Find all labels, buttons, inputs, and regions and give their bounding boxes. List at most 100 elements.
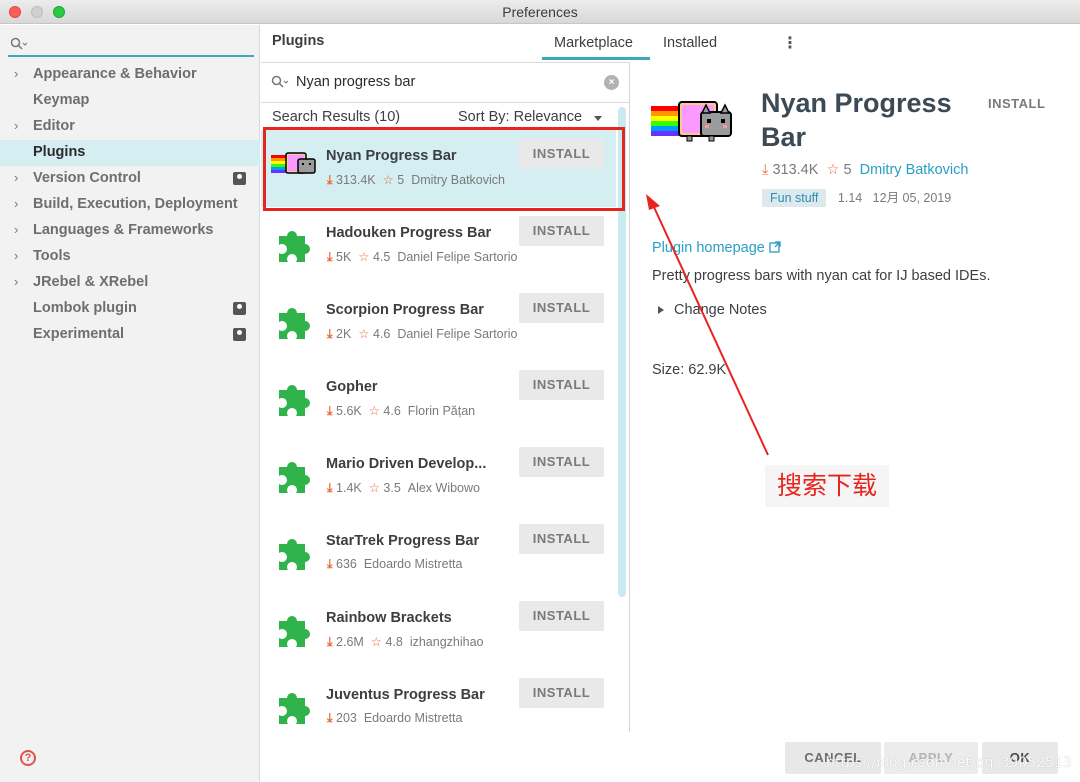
plugin-list-item[interactable]: StarTrek Progress Bar ⤓ 636 Edoardo Mistr… [261,515,616,592]
plugin-downloads: 2K [336,327,352,341]
tab-marketplace[interactable]: Marketplace [554,35,633,51]
plugin-name: Gopher [326,379,378,395]
plugin-homepage-link[interactable]: Plugin homepage [652,240,781,256]
sidebar-item-label: Keymap [33,92,90,108]
change-notes-toggle[interactable]: Change Notes [658,302,767,318]
search-icon [271,75,289,88]
puzzle-piece-icon [273,532,313,572]
chevron-right-icon[interactable]: › [14,196,18,211]
plugin-search-field[interactable]: Nyan progress bar × [261,63,630,103]
detail-vendor-link[interactable]: Dmitry Batkovich [860,162,969,178]
plugin-name: Juventus Progress Bar [326,687,485,703]
star-icon: ☆ [358,250,370,264]
detail-install-button[interactable]: INSTALL [988,96,1045,111]
sidebar-item-appearance-behavior[interactable]: › Appearance & Behavior [0,62,260,88]
install-button[interactable]: INSTALL [519,601,604,631]
clear-search-icon[interactable]: × [604,75,619,90]
download-icon: ⤓ [327,327,333,341]
puzzle-piece-icon [273,224,313,264]
chevron-right-icon[interactable]: › [14,66,18,81]
download-icon: ⤓ [762,162,769,178]
tab-installed[interactable]: Installed [663,35,717,51]
sidebar-item-plugins[interactable]: Plugins [0,140,260,166]
chevron-right-icon[interactable]: › [14,248,18,263]
plugin-downloads: 203 [336,711,357,725]
chevron-right-icon[interactable]: › [14,118,18,133]
install-button[interactable]: INSTALL [519,216,604,246]
category-tag[interactable]: Fun stuff [762,189,827,207]
sidebar-item-experimental[interactable]: Experimental [0,322,260,348]
plugin-detail-pane: Nyan Progress Bar INSTALL ⤓ 313.4K ☆ 5 D… [631,62,1080,732]
sidebar-item-build-execution-deployment[interactable]: › Build, Execution, Deployment [0,192,260,218]
plugin-author: izhangzhihao [409,635,484,649]
install-button[interactable]: INSTALL [519,370,604,400]
sidebar-item-label: Tools [33,248,71,264]
sidebar-item-keymap[interactable]: Keymap [0,88,260,114]
download-icon: ⤓ [327,404,333,418]
highlight-box [263,127,625,211]
plugin-list-item[interactable]: Mario Driven Develop... ⤓ 1.4K ☆ 3.5 Alex… [261,438,616,515]
sidebar-item-label: Appearance & Behavior [33,66,197,82]
install-button[interactable]: INSTALL [519,447,604,477]
plugin-meta: ⤓ 2.6M ☆ 4.8 izhangzhihao [327,634,483,650]
sidebar-item-label: Plugins [33,144,86,160]
sidebar-item-version-control[interactable]: › Version Control [0,166,260,192]
sidebar-item-editor[interactable]: › Editor [0,114,260,140]
change-notes-label[interactable]: Change Notes [674,302,767,318]
download-icon: ⤓ [327,711,333,725]
detail-rating: 5 [843,162,852,178]
plugin-search-input[interactable]: Nyan progress bar [296,74,415,90]
plugin-rating: 4.5 [372,250,391,264]
project-settings-icon [233,328,246,341]
plugin-rating: 3.5 [383,481,401,495]
results-count: Search Results (10) [272,109,401,125]
chevron-right-icon[interactable]: › [14,170,18,185]
download-icon: ⤓ [327,250,333,264]
plugin-name: StarTrek Progress Bar [326,533,480,549]
sort-dropdown[interactable]: Sort By: Relevance [458,109,582,125]
plugin-list-item[interactable]: Scorpion Progress Bar ⤓ 2K ☆ 4.6 Daniel F… [261,284,616,361]
sidebar-item-languages-frameworks[interactable]: › Languages & Frameworks [0,218,260,244]
star-icon: ☆ [368,404,380,418]
page-title: Plugins [272,33,325,49]
plugin-rating: 4.6 [372,327,391,341]
plugin-meta: ⤓ 5K ☆ 4.5 Daniel Felipe Sartorio [327,249,518,265]
plugin-meta: ⤓ 2K ☆ 4.6 Daniel Felipe Sartorio [327,326,518,342]
expand-arrow-icon[interactable] [658,306,664,315]
sidebar-item-label: Version Control [33,170,141,186]
plugin-author: Daniel Felipe Sartorio [397,327,518,341]
chevron-right-icon[interactable]: › [14,274,18,289]
watermark-text: https://blog.csdn.net/qq_39052513 [826,755,1072,771]
window-title: Preferences [502,4,578,20]
puzzle-piece-icon [273,686,313,726]
sidebar-item-label: Lombok plugin [33,300,137,316]
plugin-meta: ⤓ 5.6K ☆ 4.6 Florin Pățan [327,403,475,419]
plugin-list-item[interactable]: Gopher ⤓ 5.6K ☆ 4.6 Florin Pățan INSTALL [261,361,616,438]
download-icon: ⤓ [327,557,333,571]
plugin-list-item[interactable]: Rainbow Brackets ⤓ 2.6M ☆ 4.8 izhangzhiha… [261,592,616,669]
sidebar-search-field[interactable] [8,31,254,57]
install-button[interactable]: INSTALL [519,678,604,708]
plugin-list-item[interactable]: Juventus Progress Bar ⤓ 203 Edoardo Mistr… [261,669,616,746]
sidebar-item-label: Languages & Frameworks [33,222,214,238]
more-options-icon[interactable]: ⋮ [782,33,798,53]
install-button[interactable]: INSTALL [519,293,604,323]
sidebar-item-lombok-plugin[interactable]: Lombok plugin [0,296,260,322]
project-settings-icon [233,172,246,185]
title-bar: Preferences [0,0,1080,24]
help-icon[interactable]: ? [20,750,36,766]
plugin-list-item[interactable]: Hadouken Progress Bar ⤓ 5K ☆ 4.5 Daniel F… [261,207,616,284]
install-button[interactable]: INSTALL [519,524,604,554]
homepage-label[interactable]: Plugin homepage [652,240,765,256]
plugin-name: Mario Driven Develop... [326,456,487,472]
plugin-author: Daniel Felipe Sartorio [397,250,518,264]
chevron-right-icon[interactable]: › [14,222,18,237]
sidebar-item-tools[interactable]: › Tools [0,244,260,270]
chevron-down-icon[interactable] [594,116,602,121]
plugin-author: Florin Pățan [407,404,476,418]
sidebar-item-jrebel-xrebel[interactable]: › JRebel & XRebel [0,270,260,296]
plugin-name: Scorpion Progress Bar [326,302,484,318]
plugin-downloads: 5K [336,250,352,264]
plugin-name: Hadouken Progress Bar [326,225,492,241]
detail-stats: ⤓ 313.4K ☆ 5 Dmitry Batkovich [762,162,968,178]
